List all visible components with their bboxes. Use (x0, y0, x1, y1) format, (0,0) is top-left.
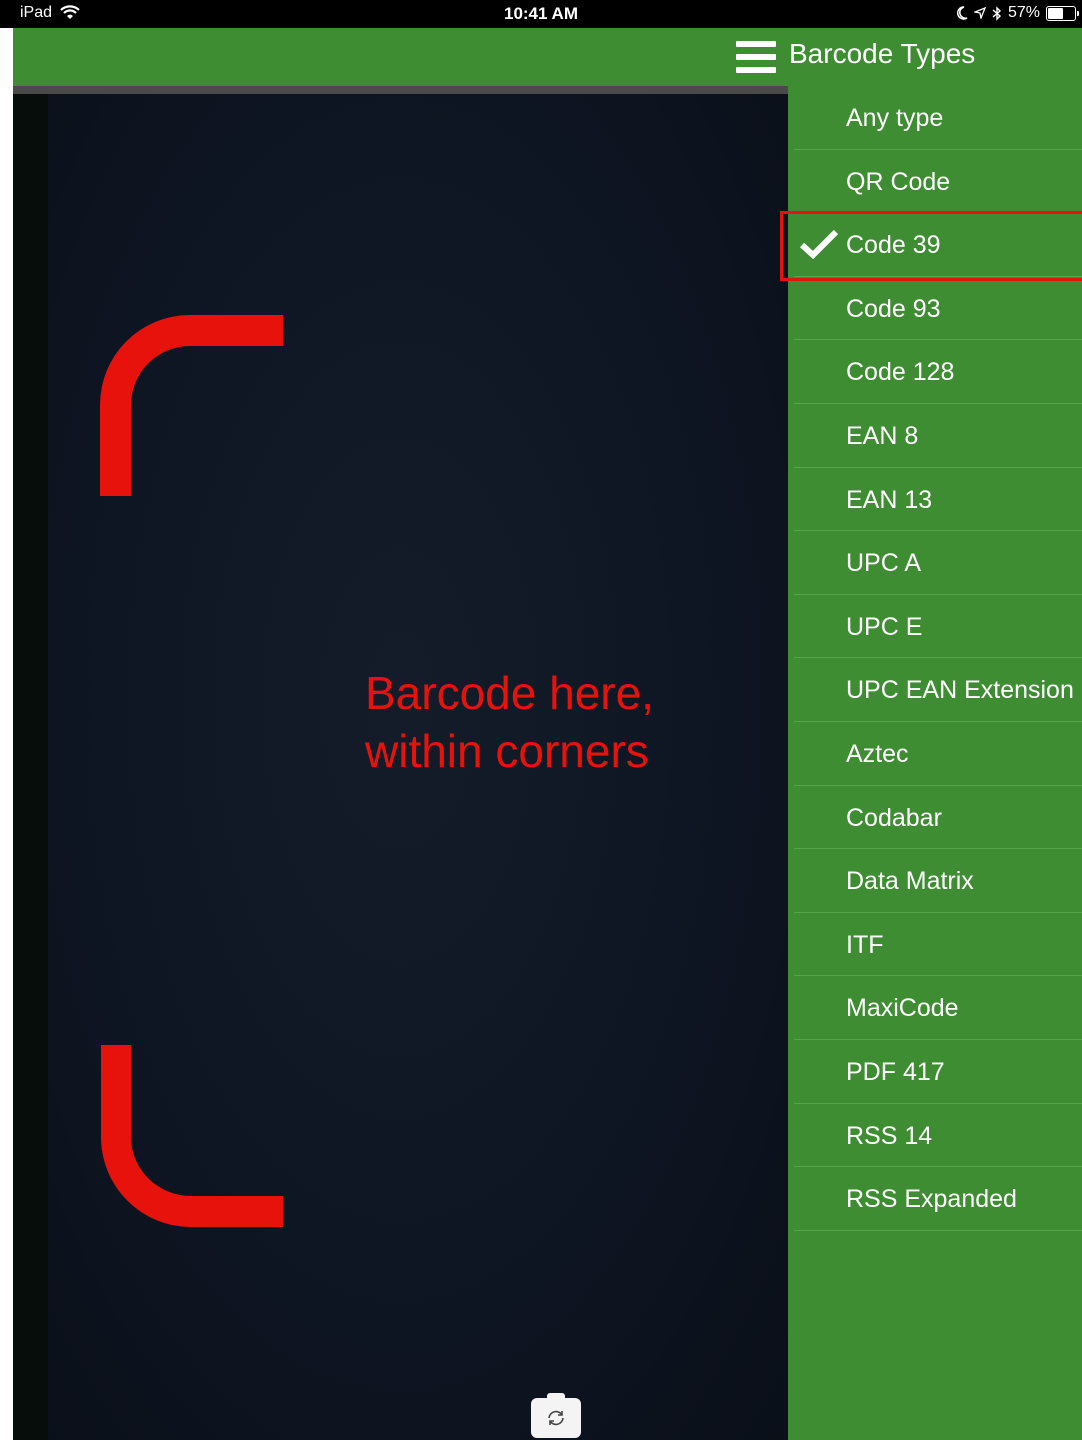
barcode-type-item[interactable]: UPC EAN Extension (794, 658, 1082, 722)
status-bar: iPad 10:41 AM 57% (0, 0, 1082, 28)
hamburger-icon[interactable] (736, 41, 776, 73)
barcode-type-item[interactable]: MaxiCode (794, 976, 1082, 1040)
barcode-type-label: UPC E (846, 612, 923, 641)
barcode-type-item[interactable]: UPC A (794, 531, 1082, 595)
status-time: 10:41 AM (503, 4, 578, 23)
moon-icon (956, 6, 968, 20)
barcode-type-label: MaxiCode (846, 994, 959, 1023)
barcode-type-item[interactable]: Code 128 (794, 340, 1082, 404)
barcode-type-label: EAN 8 (846, 421, 919, 450)
camera-switch-icon (548, 1410, 564, 1426)
barcode-type-item[interactable]: Data Matrix (794, 849, 1082, 913)
barcode-type-label: Code 128 (846, 358, 955, 387)
barcode-type-item[interactable]: QR Code (794, 150, 1082, 214)
barcode-type-label: Aztec (846, 739, 909, 768)
barcode-type-label: ITF (846, 930, 884, 959)
barcode-type-item[interactable]: RSS Expanded (794, 1167, 1082, 1231)
selected-item-highlight (780, 211, 1082, 281)
scan-hint: Barcode here, within corners (365, 664, 654, 780)
barcode-type-item[interactable]: PDF 417 (794, 1040, 1082, 1104)
barcode-type-label: Any type (846, 104, 944, 132)
status-right: 57% (956, 4, 1079, 22)
camera-switch-button[interactable] (531, 1393, 581, 1438)
location-arrow-icon (973, 7, 986, 19)
scan-hint-line1: Barcode here, (365, 667, 654, 719)
panel-title: Barcode Types (789, 38, 976, 69)
barcode-type-item[interactable]: Aztec (794, 722, 1082, 786)
barcode-type-item[interactable]: Code 93 (794, 277, 1082, 341)
battery-icon (1046, 5, 1079, 21)
barcode-types-panel: Any type QR Code Code 39 Code 93 Code 128 EAN… (788, 86, 1082, 1440)
barcode-type-item[interactable]: EAN 13 (794, 468, 1082, 532)
barcode-type-label: RSS Expanded (846, 1185, 1017, 1214)
barcode-type-label: EAN 13 (846, 485, 933, 514)
barcode-type-label: RSS 14 (846, 1121, 933, 1150)
bottom-left-corner-marker (101, 1045, 283, 1227)
battery-percent: 57% (1007, 4, 1040, 21)
barcode-type-label: Codabar (846, 803, 942, 832)
scan-hint-line2: within corners (365, 725, 649, 777)
barcode-type-label: Code 93 (846, 294, 941, 323)
barcode-type-item[interactable]: ITF (794, 913, 1082, 977)
battery-level (1048, 7, 1063, 19)
barcode-type-item[interactable]: UPC E (794, 595, 1082, 659)
barcode-type-label: PDF 417 (846, 1057, 945, 1086)
barcode-type-label: Data Matrix (846, 867, 974, 896)
left-margin (0, 28, 13, 1440)
top-left-corner-marker (100, 315, 283, 496)
barcode-type-label: QR Code (846, 167, 951, 196)
barcode-type-item[interactable]: EAN 8 (794, 404, 1082, 468)
barcode-type-label: UPC EAN Extension (846, 676, 1074, 705)
barcode-type-item[interactable]: Any type (794, 86, 1082, 150)
bluetooth-icon (992, 5, 1001, 21)
header-divider (13, 86, 788, 94)
barcode-type-label: UPC A (846, 549, 922, 578)
camera-viewfinder: Barcode here, within corners (13, 94, 788, 1440)
barcode-type-item[interactable]: RSS 14 (794, 1104, 1082, 1168)
camera-edge (13, 94, 48, 1440)
barcode-type-item[interactable]: Codabar (794, 786, 1082, 850)
